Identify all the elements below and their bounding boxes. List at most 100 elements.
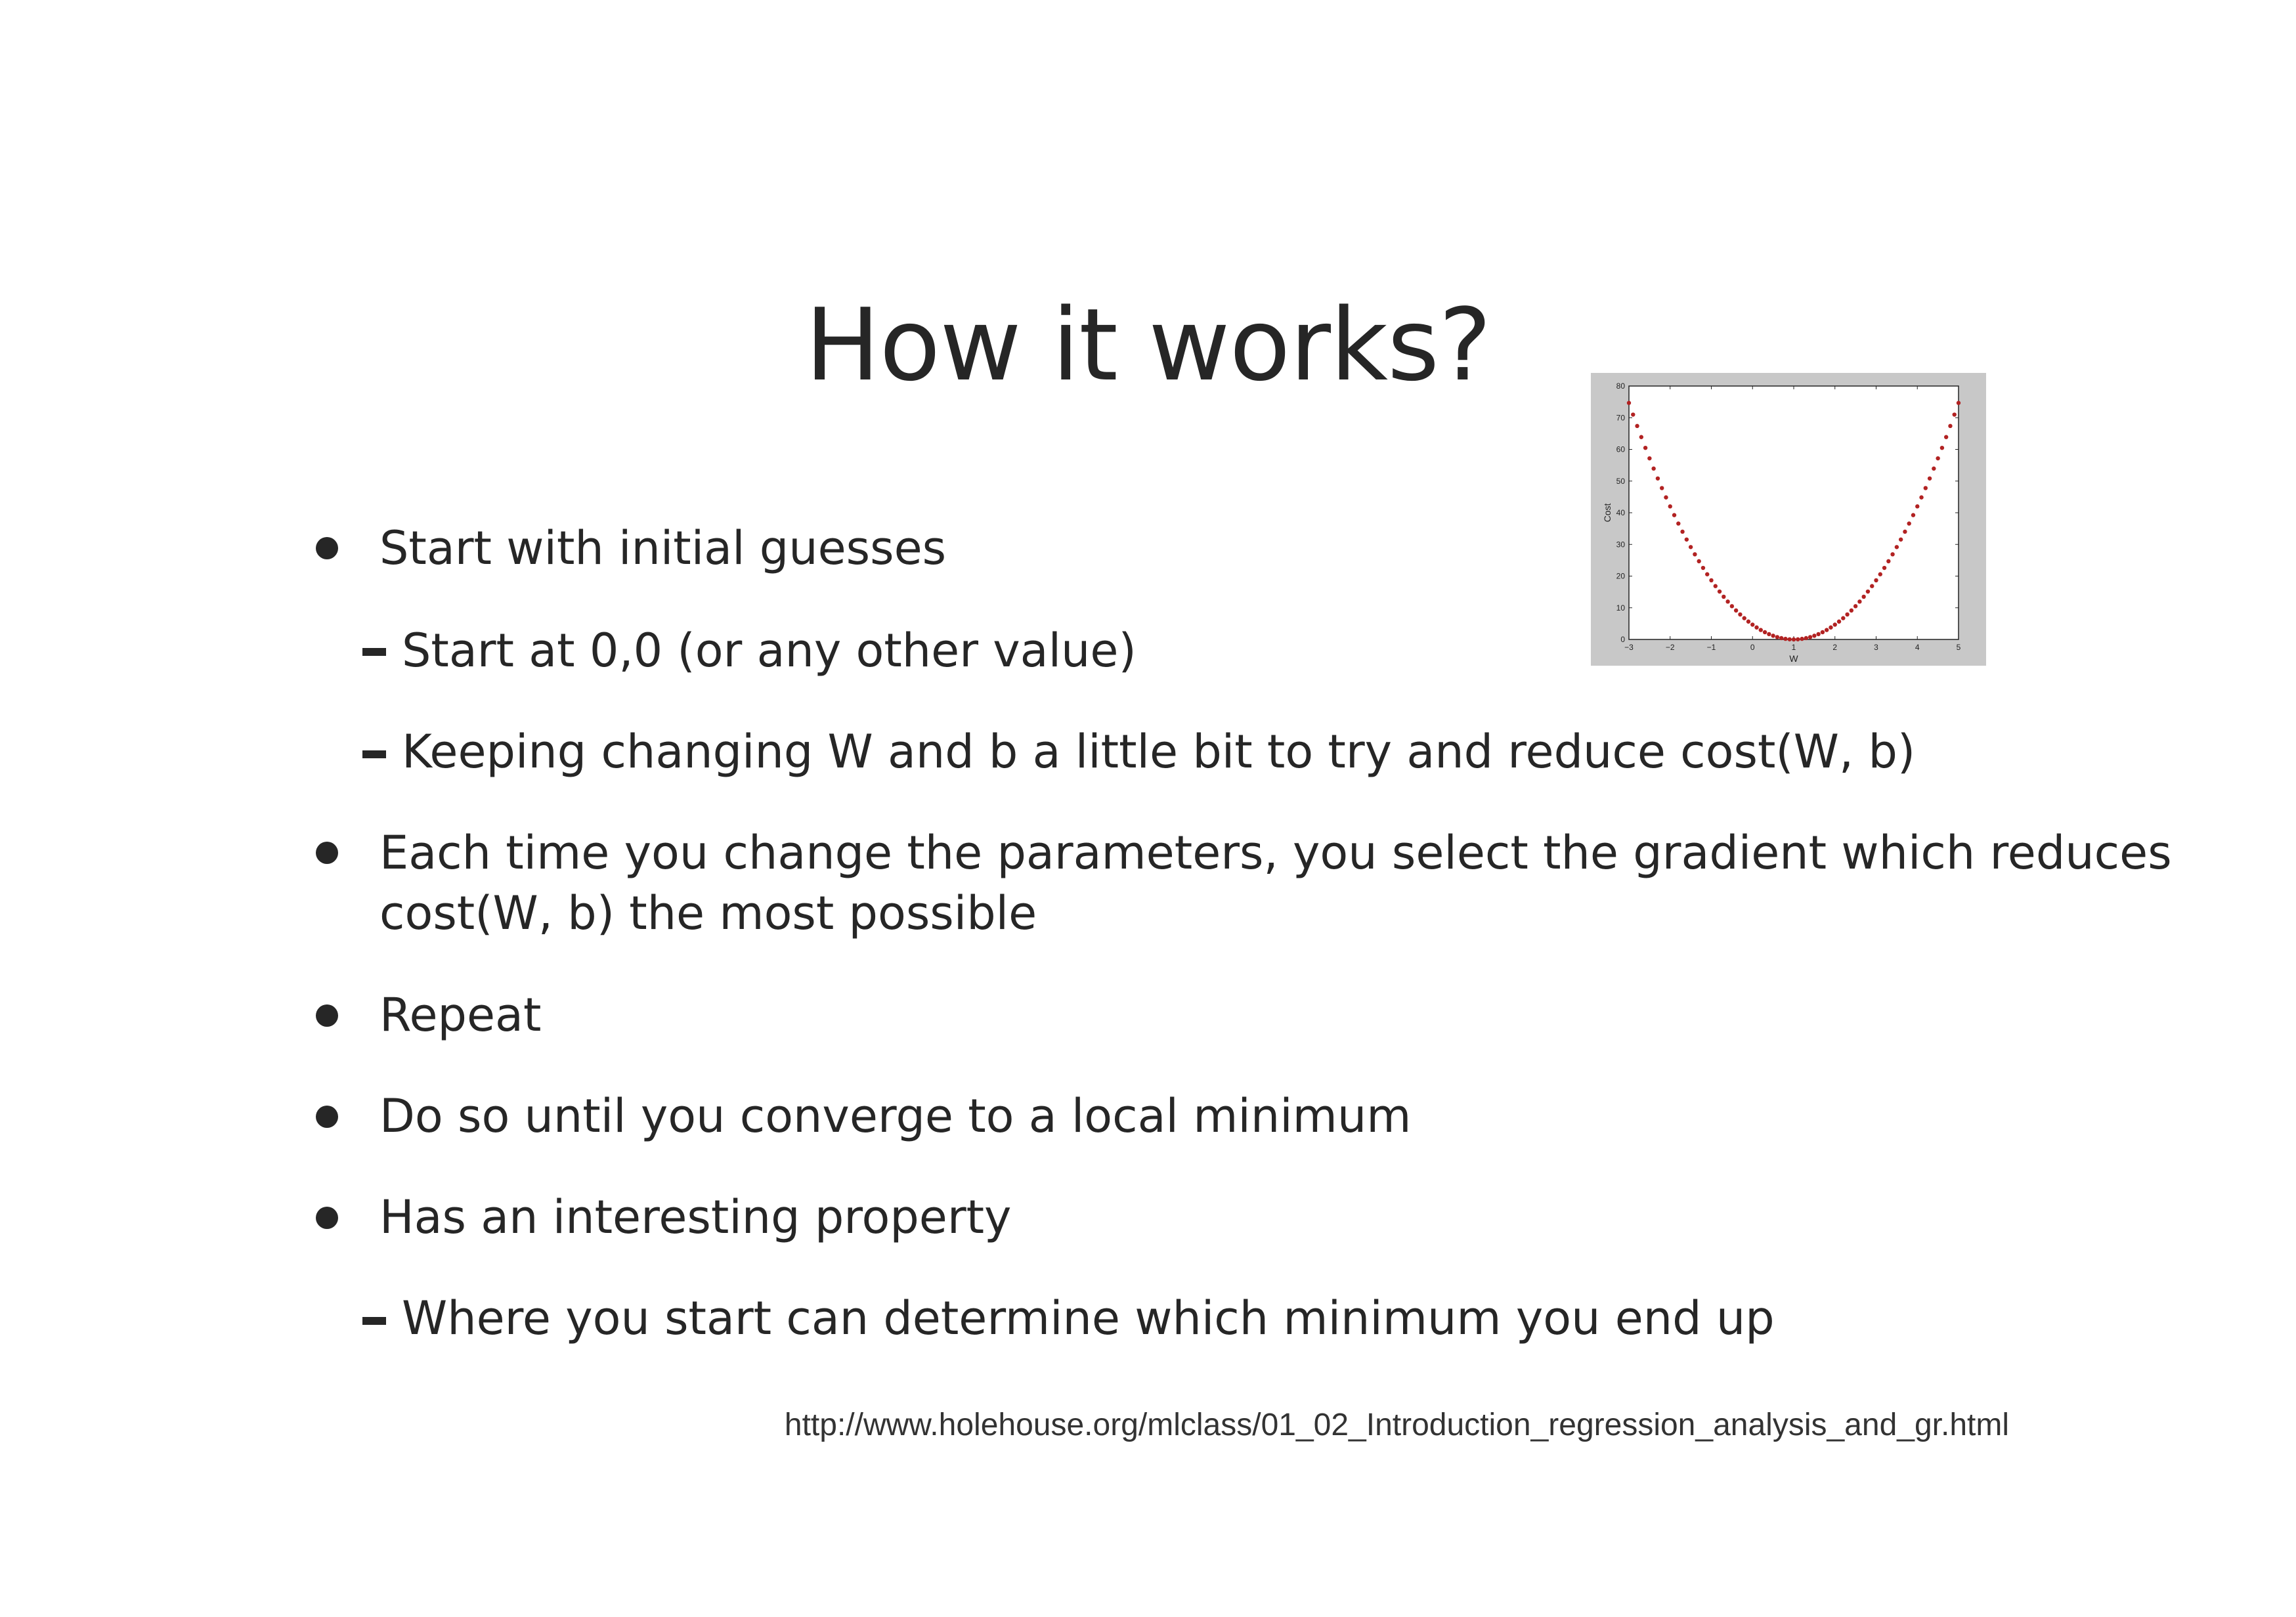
data-point — [1767, 632, 1771, 637]
data-point — [1923, 486, 1928, 490]
data-point — [1758, 628, 1763, 632]
data-point — [1878, 572, 1882, 576]
data-point — [1775, 635, 1780, 639]
data-point — [1812, 634, 1817, 638]
sub-bullet-dash — [362, 750, 386, 758]
data-point — [1700, 565, 1706, 571]
data-point — [1832, 622, 1837, 627]
data-point — [1836, 619, 1842, 624]
data-point — [1898, 537, 1903, 542]
data-point — [1664, 495, 1668, 500]
data-point — [1729, 604, 1735, 609]
data-point — [1890, 552, 1895, 557]
x-tick-label: −3 — [1624, 643, 1634, 652]
data-point — [1668, 504, 1672, 509]
bullet-item: Start with initial guesses — [379, 521, 947, 575]
data-point — [1771, 634, 1775, 638]
data-point — [1783, 636, 1788, 641]
data-point — [1643, 445, 1648, 450]
cost-chart-svg: −3 −2 −1 0 1 2 3 4 501020304050607080WCost — [1602, 381, 1961, 664]
data-point — [1684, 537, 1689, 542]
bullet-item: Has an interesting property — [379, 1190, 1012, 1244]
bullet-dot — [316, 537, 338, 559]
x-tick-label: 1 — [1792, 643, 1796, 652]
data-point — [1849, 608, 1854, 613]
data-point — [1626, 400, 1632, 405]
data-point — [1725, 599, 1730, 604]
data-point — [1943, 435, 1949, 439]
data-point — [1911, 513, 1916, 517]
data-point — [1956, 400, 1961, 405]
data-point — [1672, 513, 1677, 517]
bullet-dot — [316, 1106, 338, 1128]
sub-bullet-item: Start at 0,0 (or any other value) — [402, 624, 1137, 678]
bullet-item: Repeat — [379, 988, 542, 1042]
data-point — [1870, 584, 1874, 588]
bullet-item: Do so until you converge to a local mini… — [379, 1089, 1412, 1143]
y-tick-label: 30 — [1616, 540, 1626, 549]
data-point — [1948, 423, 1953, 429]
data-point — [1733, 608, 1739, 613]
data-point — [1705, 572, 1710, 576]
y-tick-label: 10 — [1616, 603, 1626, 613]
x-tick-label: 2 — [1832, 643, 1837, 652]
data-point — [1762, 630, 1767, 635]
data-point — [1639, 435, 1644, 439]
bullet-dot — [316, 842, 338, 864]
data-point — [1816, 632, 1821, 637]
data-point — [1631, 412, 1635, 417]
x-tick-label: 4 — [1915, 643, 1920, 652]
data-point — [1709, 578, 1714, 583]
y-tick-label: 20 — [1616, 572, 1626, 581]
data-point — [1952, 412, 1957, 417]
data-point — [1936, 456, 1940, 461]
data-point — [1903, 529, 1907, 534]
sub-bullet-item: Where you start can determine which mini… — [402, 1291, 1775, 1345]
sub-bullet-dash — [362, 1317, 386, 1325]
data-point — [1874, 578, 1878, 583]
data-point — [1841, 616, 1846, 620]
data-point — [1853, 604, 1858, 609]
y-tick-label: 40 — [1616, 508, 1626, 517]
source-citation: http://www.holehouse.org/mlclass/01_02_I… — [784, 1408, 2009, 1442]
data-point — [1779, 636, 1784, 641]
data-point — [1829, 625, 1833, 630]
data-point — [1927, 476, 1932, 481]
data-point — [1713, 584, 1718, 588]
data-point — [1800, 636, 1804, 641]
cost-chart: −3 −2 −1 0 1 2 3 4 5 0 10 20 30 40 50 60 70 80 W Cost — [1591, 373, 1986, 666]
data-point — [1820, 630, 1825, 635]
data-point — [1882, 565, 1887, 571]
data-point — [1796, 637, 1800, 641]
data-point — [1845, 612, 1850, 617]
data-point — [1825, 628, 1829, 632]
data-point — [1754, 625, 1759, 630]
data-point — [1750, 622, 1755, 627]
data-point — [1915, 504, 1920, 509]
data-point — [1651, 466, 1656, 471]
data-point — [1742, 616, 1746, 620]
data-point — [1861, 594, 1866, 599]
data-point — [1676, 521, 1681, 526]
y-tick-label: 50 — [1616, 477, 1626, 486]
y-axis-label: Cost — [1602, 504, 1613, 523]
bullet-dot — [316, 1004, 338, 1027]
x-tick-label: 3 — [1874, 643, 1878, 652]
data-point — [1857, 599, 1862, 604]
data-point — [1660, 486, 1664, 490]
data-point — [1894, 545, 1899, 550]
data-point — [1791, 637, 1796, 642]
bullet-item-continuation: cost(W, b) the most possible — [379, 886, 1037, 940]
data-point — [1808, 635, 1813, 639]
data-point — [1787, 637, 1792, 641]
y-tick-label: 60 — [1616, 445, 1626, 454]
sub-bullet-item: Keeping changing W and b a little bit to… — [402, 725, 1916, 779]
data-point — [1722, 594, 1726, 599]
data-point — [1804, 636, 1809, 641]
data-point — [1680, 529, 1685, 534]
data-point — [1655, 476, 1660, 481]
x-tick-label: 5 — [1957, 643, 1961, 652]
x-tick-label: −2 — [1666, 643, 1675, 652]
data-point — [1635, 423, 1639, 429]
data-point — [1746, 619, 1751, 624]
